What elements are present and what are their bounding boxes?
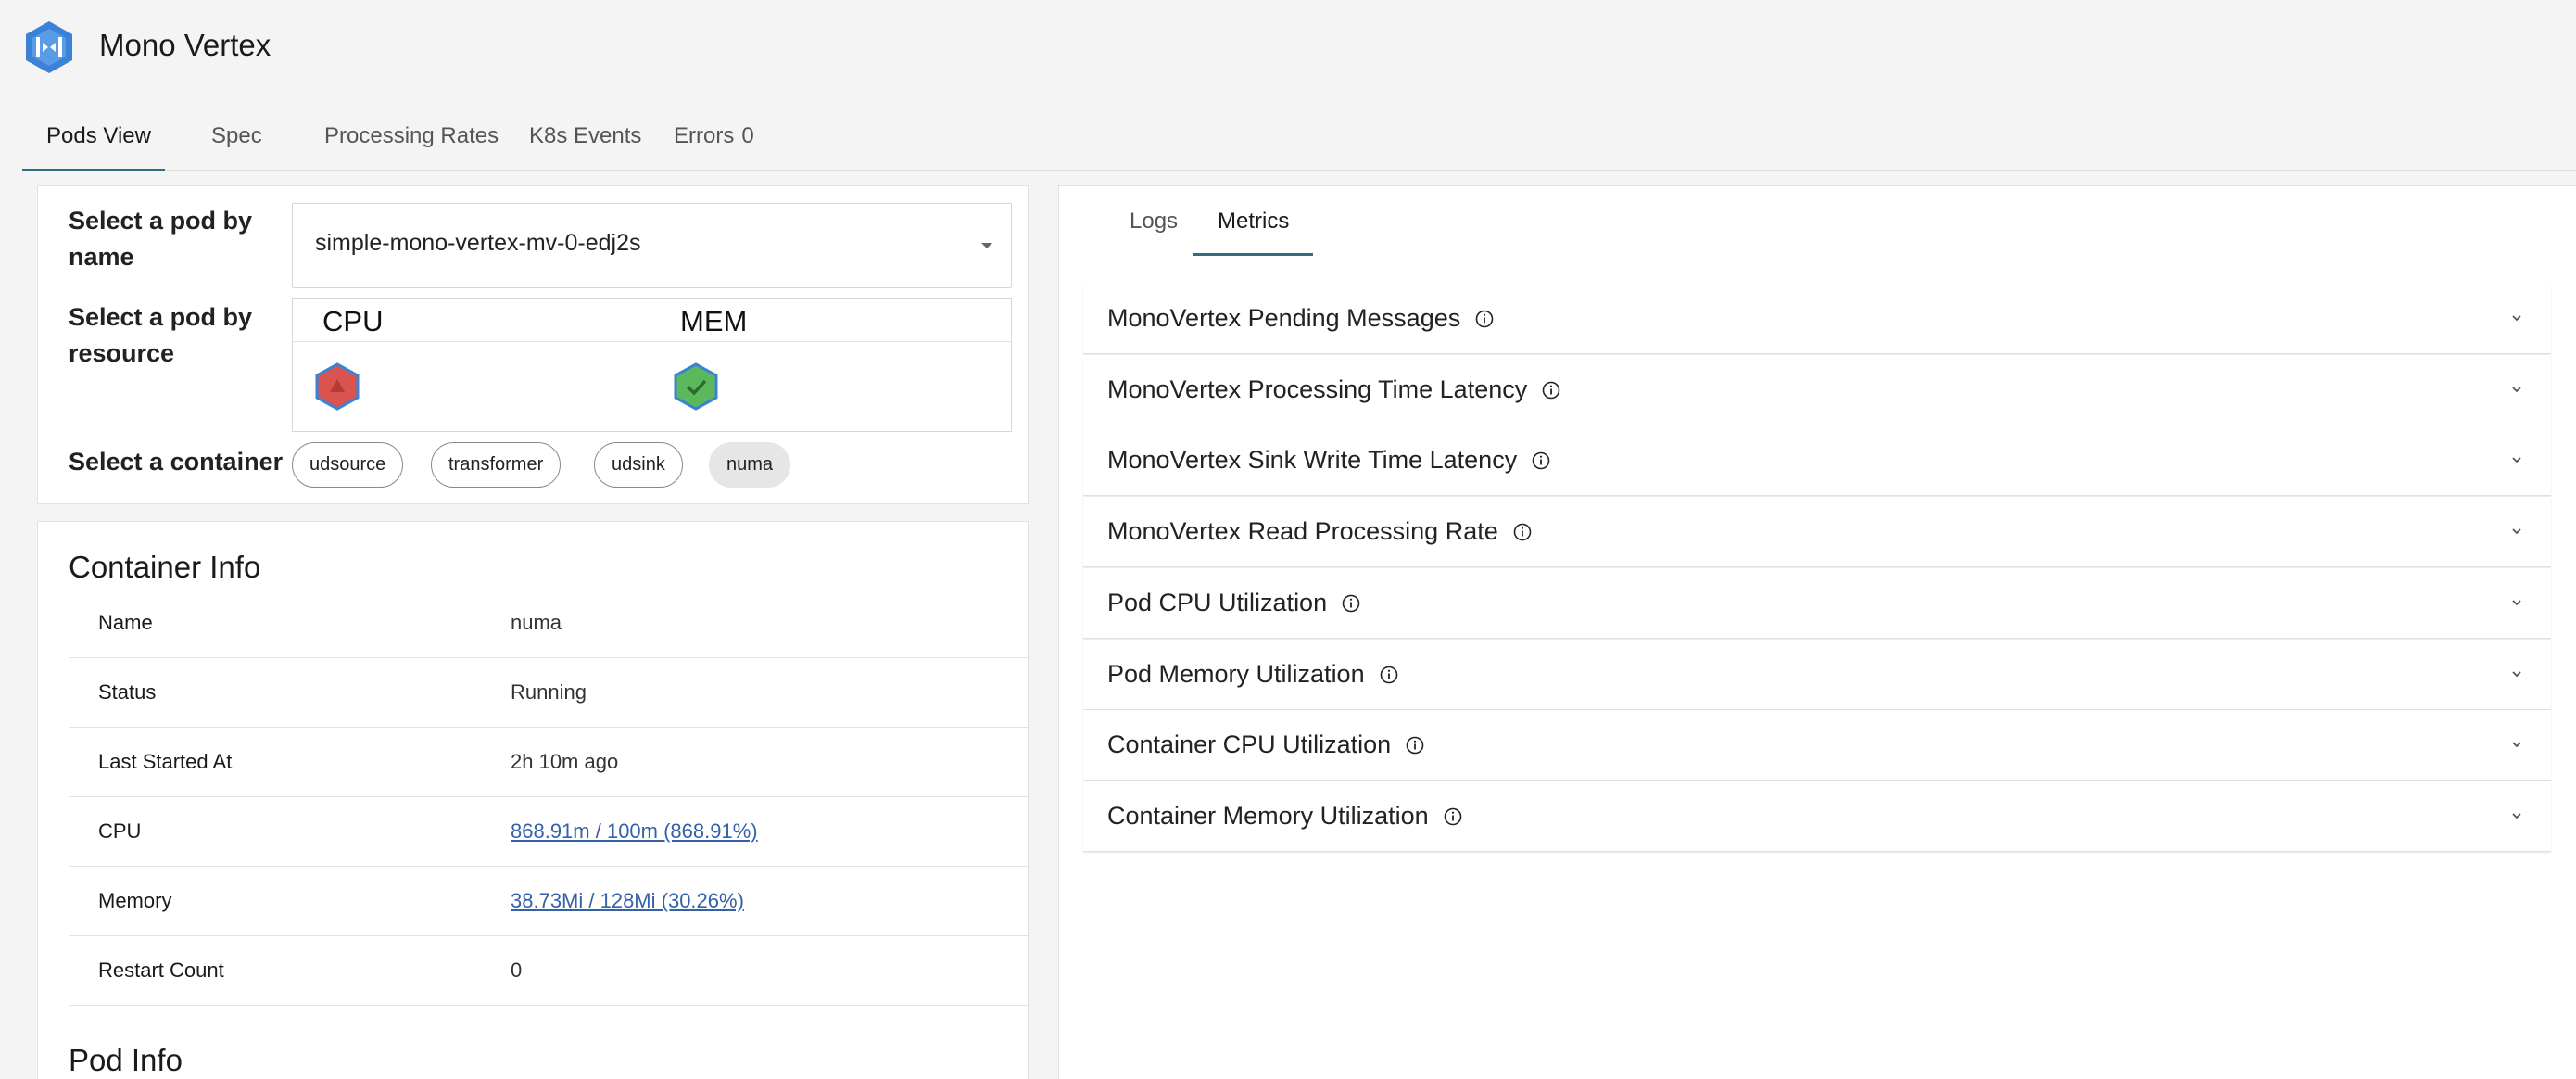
chevron-down-icon (981, 243, 992, 248)
memory-usage-link[interactable]: 38.73Mi / 128Mi (30.26%) (511, 889, 744, 913)
chevron-down-icon (2512, 600, 2521, 606)
tab-processing-rates[interactable]: Processing Rates (300, 102, 523, 171)
cpu-usage-link[interactable]: 868.91m / 100m (868.91%) (511, 819, 758, 844)
info-key: Name (98, 611, 153, 634)
metric-label: MonoVertex Sink Write Time Latency (1107, 446, 1518, 475)
info-icon[interactable] (1542, 381, 1560, 400)
metric-title: Container Memory Utilization (1107, 802, 1462, 831)
app-title: Mono Vertex (99, 28, 271, 62)
info-value: Running (511, 680, 587, 704)
pod-name-value: simple-mono-vertex-mv-0-edj2s (315, 230, 641, 256)
metric-accordion-item[interactable]: MonoVertex Read Processing Rate (1083, 497, 2551, 568)
info-row-status: Status Running (69, 658, 1028, 728)
container-chip-udsink[interactable]: udsink (594, 442, 683, 488)
cpu-warning-hexagon-icon[interactable] (315, 362, 360, 411)
chevron-down-icon (2512, 670, 2521, 677)
logs-metrics-panel: Logs Metrics MonoVertex Pending Messages… (1058, 185, 2576, 1079)
metric-label: Container Memory Utilization (1107, 801, 1429, 830)
chevron-down-icon (2512, 387, 2521, 392)
info-icon[interactable] (1475, 310, 1494, 328)
info-key: Memory (98, 889, 172, 912)
metric-title: Container CPU Utilization (1107, 730, 1424, 759)
vertex-logo-icon (26, 21, 72, 73)
tab-pods-view[interactable]: Pods View (22, 102, 165, 171)
container-chip-numa[interactable]: numa (709, 442, 791, 488)
tab-metrics[interactable]: Metrics (1193, 186, 1314, 256)
select-pod-resource-label: Select a pod by resource (69, 303, 253, 367)
container-chip-udsource[interactable]: udsource (292, 442, 404, 488)
info-icon[interactable] (1513, 523, 1532, 541)
cpu-header: CPU (322, 305, 384, 337)
metric-title: Pod CPU Utilization (1107, 589, 1360, 617)
metric-label: Container CPU Utilization (1107, 730, 1392, 759)
pod-selector-panel: Select a pod by name simple-mono-vertex-… (37, 185, 1029, 504)
tab-logs[interactable]: Logs (1105, 186, 1202, 256)
info-key: Restart Count (98, 958, 224, 982)
info-icon[interactable] (1380, 666, 1398, 684)
metric-label: Pod Memory Utilization (1107, 659, 1365, 688)
metric-accordion-item[interactable]: Container CPU Utilization (1083, 710, 2551, 781)
info-row-last-started: Last Started At 2h 10m ago (69, 728, 1028, 797)
app-header: Mono Vertex (0, 0, 2576, 97)
chevron-down-icon (2512, 457, 2521, 463)
info-row-restart-count: Restart Count 0 (69, 936, 1028, 1006)
resource-header: CPU MEM (293, 299, 1011, 342)
resource-selector: CPU MEM (292, 298, 1012, 432)
info-key: CPU (98, 819, 142, 843)
info-value: 0 (511, 958, 523, 982)
metric-label: MonoVertex Processing Time Latency (1107, 374, 1528, 403)
select-container-label: Select a container (69, 448, 284, 476)
info-icon[interactable] (1406, 736, 1424, 755)
metric-title: MonoVertex Read Processing Rate (1107, 517, 1532, 546)
metric-accordion-item[interactable]: Pod CPU Utilization (1083, 567, 2551, 639)
info-row-memory: Memory 38.73Mi / 128Mi (30.26%) (69, 867, 1028, 936)
metric-accordion-item[interactable]: Container Memory Utilization (1083, 781, 2551, 852)
chevron-down-icon (2512, 813, 2521, 819)
info-row-cpu: CPU 868.91m / 100m (868.91%) (69, 797, 1028, 867)
metric-title: Pod Memory Utilization (1107, 660, 1398, 689)
chevron-down-icon (2512, 315, 2521, 322)
metric-title: MonoVertex Pending Messages (1107, 304, 1494, 333)
info-key: Last Started At (98, 750, 233, 773)
info-key: Status (98, 680, 157, 704)
pod-name-select[interactable]: simple-mono-vertex-mv-0-edj2s (292, 203, 1012, 288)
mem-header: MEM (680, 305, 748, 337)
metric-title: MonoVertex Processing Time Latency (1107, 375, 1560, 404)
info-icon[interactable] (1444, 807, 1462, 826)
metric-label: Pod CPU Utilization (1107, 588, 1328, 616)
container-info-panel: Container Info Name numa Status Running … (37, 521, 1029, 1079)
metric-accordion-item[interactable]: Pod Memory Utilization (1083, 639, 2551, 710)
tab-spec[interactable]: Spec (187, 102, 286, 171)
metric-label: MonoVertex Pending Messages (1107, 304, 1461, 332)
metric-title: MonoVertex Sink Write Time Latency (1107, 446, 1550, 475)
chevron-down-icon (2512, 528, 2521, 535)
select-pod-name-label: Select a pod by name (69, 207, 253, 271)
tab-k8s-events[interactable]: K8s Events (505, 102, 665, 171)
info-icon[interactable] (1532, 451, 1550, 470)
metric-accordion-item[interactable]: MonoVertex Processing Time Latency (1083, 354, 2551, 425)
tab-errors[interactable]: Errors 0 (650, 102, 778, 171)
mem-healthy-hexagon-icon[interactable] (674, 362, 718, 411)
info-icon[interactable] (1342, 594, 1360, 613)
info-value: 2h 10m ago (511, 750, 619, 773)
metric-accordion-item[interactable]: MonoVertex Sink Write Time Latency (1083, 425, 2551, 497)
pod-info-title: Pod Info (69, 1043, 183, 1077)
container-info-title: Container Info (69, 550, 261, 584)
container-chip-transformer[interactable]: transformer (431, 442, 562, 488)
info-row-name: Name numa (69, 589, 1028, 658)
info-value: numa (511, 611, 562, 634)
chevron-down-icon (2512, 742, 2521, 748)
main-tabs: Pods View Spec Processing Rates K8s Even… (22, 102, 2576, 171)
errors-count: 0 (741, 123, 754, 148)
metric-label: MonoVertex Read Processing Rate (1107, 517, 1498, 546)
metric-accordion-item[interactable]: MonoVertex Pending Messages (1083, 284, 2551, 354)
